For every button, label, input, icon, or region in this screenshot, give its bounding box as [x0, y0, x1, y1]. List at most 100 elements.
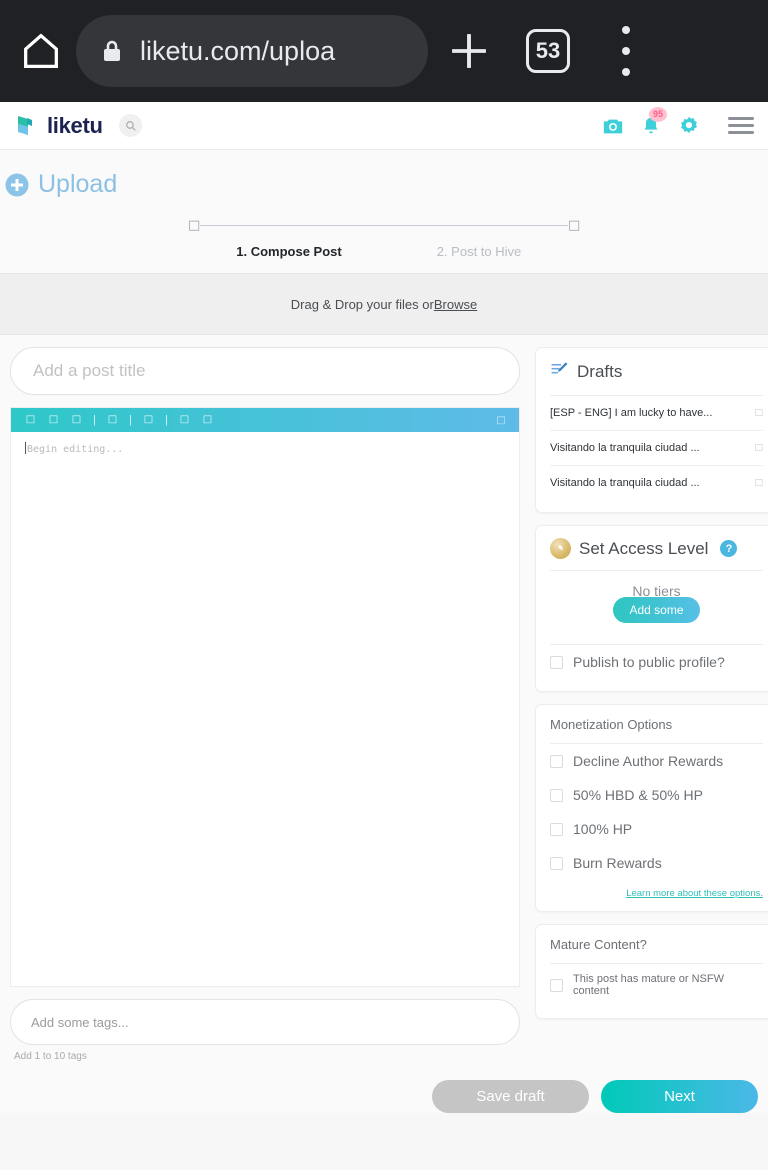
coin-icon	[550, 538, 571, 559]
toolbar-separator: |	[165, 414, 168, 426]
page-body: Upload □ □ 1. Compose Post 2. Post to Hi…	[0, 150, 768, 1113]
monetization-option-row[interactable]: Burn Rewards	[550, 846, 763, 880]
monetization-card: Monetization Options Decline Author Rewa…	[535, 704, 768, 912]
editor-toolbar: □ □ □ | □ | □ | □ □ □	[11, 408, 519, 432]
kebab-menu-icon[interactable]	[604, 26, 648, 76]
browser-toolbar: liketu.com/uploa 53	[0, 0, 768, 102]
footer-actions: Save draft Next	[0, 1062, 768, 1113]
camera-icon[interactable]	[602, 115, 624, 137]
new-tab-icon[interactable]	[440, 22, 498, 80]
step-1-label[interactable]: 1. Compose Post	[194, 244, 384, 259]
bell-icon[interactable]: 95	[640, 106, 667, 137]
full-hp-checkbox[interactable]	[550, 822, 563, 836]
browse-link[interactable]: Browse	[434, 297, 477, 312]
liketu-logo[interactable]: liketu	[14, 113, 103, 139]
gear-icon[interactable]	[678, 115, 700, 137]
tags-hint: Add 1 to 10 tags	[14, 1051, 87, 1062]
draft-item[interactable]: Visitando la tranquila ciudad ... □	[550, 431, 763, 466]
publish-public-label: Publish to public profile?	[573, 654, 725, 670]
drafts-header: Drafts	[550, 360, 763, 384]
decline-rewards-label: Decline Author Rewards	[573, 753, 724, 769]
delete-draft-icon[interactable]: □	[754, 443, 763, 453]
home-icon[interactable]	[18, 28, 64, 74]
draft-title: [ESP - ENG] I am lucky to have...	[550, 407, 713, 419]
access-level-title: Set Access Level	[579, 538, 709, 558]
italic-icon[interactable]: □	[42, 415, 65, 425]
bold-icon[interactable]: □	[19, 415, 42, 425]
drafts-edit-icon	[550, 360, 569, 384]
draft-item[interactable]: [ESP - ENG] I am lucky to have... □	[550, 396, 763, 431]
decline-rewards-checkbox[interactable]	[550, 754, 563, 768]
main-content: □ □ □ | □ | □ | □ □ □ Begin editing... A…	[0, 335, 768, 1062]
editor-placeholder: Begin editing...	[27, 444, 124, 455]
stepper: □ □ 1. Compose Post 2. Post to Hive	[0, 199, 768, 273]
hamburger-icon[interactable]	[728, 117, 754, 134]
access-level-header: Set Access Level ?	[550, 538, 763, 559]
mature-content-header: Mature Content?	[550, 937, 763, 952]
lock-icon	[100, 37, 124, 65]
tab-count-button[interactable]: 53	[526, 29, 570, 73]
address-bar[interactable]: liketu.com/uploa	[76, 15, 428, 87]
sidebar-column: Drafts [ESP - ENG] I am lucky to have...…	[535, 347, 768, 1031]
save-draft-button[interactable]: Save draft	[432, 1080, 589, 1113]
draft-title: Visitando la tranquila ciudad ...	[550, 442, 700, 454]
access-level-card: Set Access Level ? No tiers Add some Pub…	[535, 525, 768, 692]
notification-badge: 95	[649, 106, 667, 122]
draft-title: Visitando la tranquila ciudad ...	[550, 477, 700, 489]
site-navbar: liketu 95	[0, 102, 768, 150]
hbd-hp-split-checkbox[interactable]	[550, 788, 563, 802]
burn-rewards-label: Burn Rewards	[573, 855, 662, 871]
mature-content-card: Mature Content? This post has mature or …	[535, 924, 768, 1019]
navbar-actions: 95	[602, 106, 754, 137]
heading-icon[interactable]: □	[65, 415, 88, 425]
tags-input[interactable]	[10, 999, 520, 1045]
hbd-hp-split-label: 50% HBD & 50% HP	[573, 787, 703, 803]
delete-draft-icon[interactable]: □	[754, 478, 763, 488]
step-2-label[interactable]: 2. Post to Hive	[384, 244, 574, 259]
toolbar-separator: |	[129, 414, 132, 426]
full-hp-label: 100% HP	[573, 821, 633, 837]
monetization-option-row[interactable]: 50% HBD & 50% HP	[550, 778, 763, 812]
search-icon[interactable]	[118, 114, 142, 137]
link-icon[interactable]: □	[101, 415, 124, 425]
next-button[interactable]: Next	[601, 1080, 758, 1113]
mature-content-row[interactable]: This post has mature or NSFW content	[550, 964, 763, 1006]
file-dropzone[interactable]: Drag & Drop your files or Browse	[0, 273, 768, 335]
mature-content-checkbox[interactable]	[550, 978, 563, 992]
list-ordered-icon[interactable]: □	[173, 415, 196, 425]
monetization-option-row[interactable]: Decline Author Rewards	[550, 744, 763, 778]
delete-draft-icon[interactable]: □	[754, 408, 763, 418]
liketu-logo-icon	[14, 113, 40, 139]
step-1-marker[interactable]: □	[188, 219, 200, 232]
plus-circle-icon[interactable]	[4, 172, 30, 198]
page-title: Upload	[38, 170, 118, 198]
composer-column: □ □ □ | □ | □ | □ □ □ Begin editing... A…	[10, 347, 520, 1062]
markdown-editor: □ □ □ | □ | □ | □ □ □ Begin editing...	[10, 407, 520, 987]
brand-name: liketu	[47, 112, 103, 138]
dropzone-text: Drag & Drop your files or	[290, 296, 434, 312]
post-title-input[interactable]	[10, 347, 520, 395]
publish-public-checkbox[interactable]	[550, 655, 563, 669]
step-2-marker[interactable]: □	[568, 219, 580, 232]
drafts-card: Drafts [ESP - ENG] I am lucky to have...…	[535, 347, 768, 513]
image-icon[interactable]: □	[137, 415, 160, 425]
burn-rewards-checkbox[interactable]	[550, 856, 563, 870]
drafts-title: Drafts	[577, 362, 623, 381]
add-tier-button[interactable]: Add some	[613, 597, 700, 623]
help-icon[interactable]: ?	[720, 540, 738, 557]
tiers-area: No tiers Add some	[550, 571, 763, 633]
page-header: Upload	[0, 150, 768, 199]
text-caret	[25, 442, 26, 454]
draft-item[interactable]: Visitando la tranquila ciudad ... □	[550, 466, 763, 500]
monetization-header: Monetization Options	[550, 717, 763, 732]
learn-more-link[interactable]: Learn more about these options.	[550, 888, 763, 899]
stepper-connector	[200, 225, 568, 226]
url-text: liketu.com/uploa	[140, 35, 336, 66]
list-bullet-icon[interactable]: □	[196, 415, 219, 425]
mature-content-label: This post has mature or NSFW content	[573, 973, 724, 997]
publish-public-row[interactable]: Publish to public profile?	[550, 645, 763, 679]
mature-content-title: Mature Content?	[550, 937, 647, 952]
monetization-option-row[interactable]: 100% HP	[550, 812, 763, 846]
fullscreen-icon[interactable]: □	[491, 415, 511, 426]
editor-textarea[interactable]: Begin editing...	[11, 432, 519, 986]
